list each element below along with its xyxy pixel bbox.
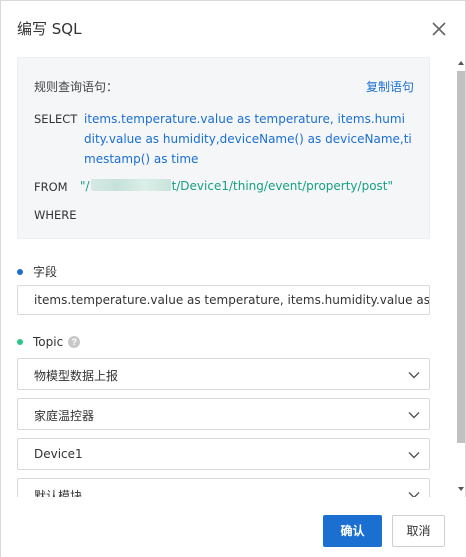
vertical-scrollbar[interactable] — [455, 57, 466, 497]
confirm-button[interactable]: 确认 — [323, 515, 382, 547]
sql-from-keyword: FROM — [34, 180, 68, 194]
dialog-title: 编写 SQL — [17, 20, 82, 38]
select-value: 家庭温控器 — [34, 409, 95, 423]
scroll-up-arrow-icon[interactable] — [458, 61, 464, 65]
sql-where-keyword: WHERE — [34, 208, 77, 222]
section-dot-icon — [17, 339, 23, 345]
dialog-body: 规则查询语句： 复制语句 SELECT items.temperature.va… — [1, 57, 455, 497]
select-value: 物模型数据上报 — [34, 369, 119, 383]
chevron-down-icon — [408, 372, 420, 379]
topic-type-select[interactable]: 物模型数据上报 — [17, 358, 430, 390]
cancel-button[interactable]: 取消 — [392, 515, 445, 547]
module-select[interactable]: 默认模块 — [17, 478, 430, 497]
section-dot-icon — [17, 268, 23, 275]
product-select[interactable]: 家庭温控器 — [17, 398, 430, 430]
dialog-header: 编写 SQL — [1, 1, 466, 57]
sql-topic-text: "/ t/Device1/thing/event/property/post" — [80, 179, 393, 193]
topic-label: Topic — [33, 335, 64, 349]
sql-preview-box: 规则查询语句： 复制语句 SELECT items.temperature.va… — [17, 57, 430, 239]
chevron-down-icon — [408, 452, 420, 459]
select-value: Device1 — [34, 447, 83, 461]
dialog-footer: 确认 取消 — [1, 497, 466, 557]
fields-section-label: 字段 — [17, 263, 57, 280]
redacted-product-key — [90, 179, 171, 191]
sql-topic-suffix: t/Device1/thing/event/property/post" — [171, 179, 394, 193]
fields-label: 字段 — [33, 265, 58, 279]
copy-sql-link[interactable]: 复制语句 — [366, 78, 414, 95]
scroll-down-arrow-icon[interactable] — [458, 487, 464, 491]
topic-section-label: Topic ? — [17, 335, 81, 349]
sql-fields-text: items.temperature.value as temperature, … — [84, 112, 412, 166]
close-icon[interactable] — [429, 19, 449, 39]
device-select[interactable]: Device1 — [17, 438, 430, 470]
scrollbar-thumb[interactable] — [457, 71, 465, 443]
chevron-down-icon — [408, 492, 420, 497]
fields-input[interactable]: items.temperature.value as temperature, … — [17, 285, 430, 315]
sql-topic-prefix: "/ — [80, 179, 90, 193]
select-value: 默认模块 — [34, 489, 83, 497]
sql-select-keyword: SELECT — [34, 112, 78, 126]
edit-sql-dialog: 编写 SQL 规则查询语句： 复制语句 SELECT items.tempera… — [0, 0, 466, 557]
help-icon[interactable]: ? — [68, 336, 81, 348]
chevron-down-icon — [408, 412, 420, 419]
sql-label: 规则查询语句： — [34, 80, 119, 94]
